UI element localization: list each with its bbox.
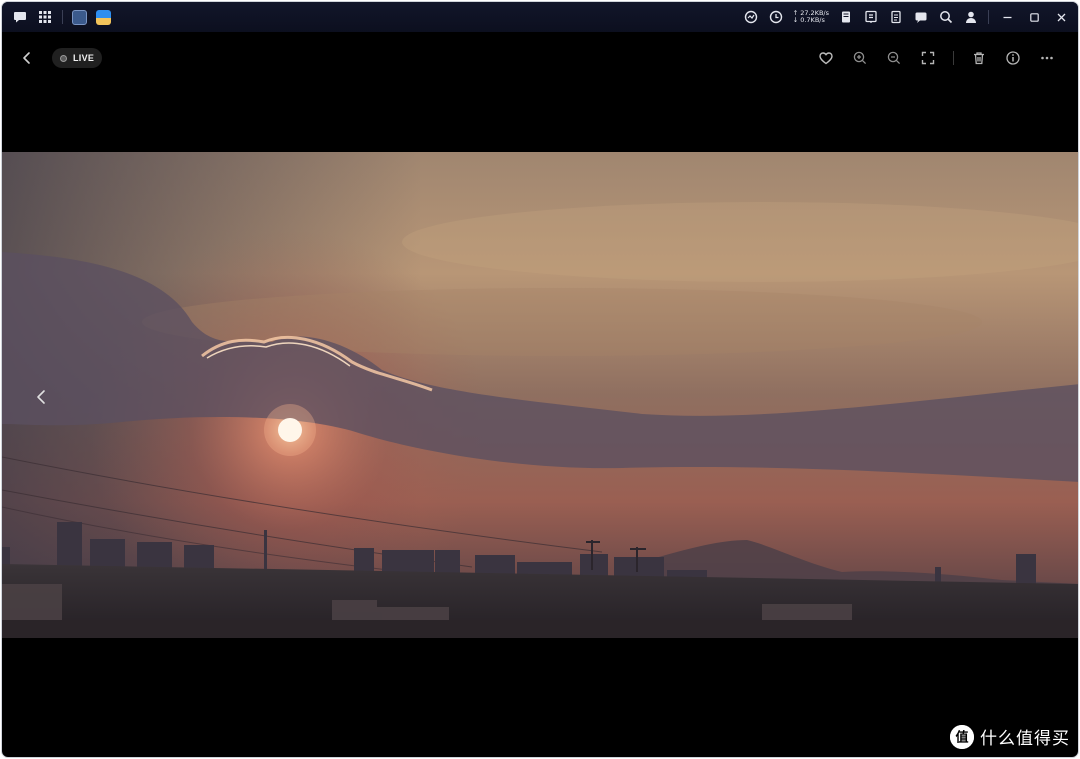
taskbar-right: ↑ 27.2KB/s ↓ 0.7KB/s xyxy=(743,8,1070,26)
watermark-logo-glyph: 值 xyxy=(955,729,968,745)
more-icon xyxy=(1041,56,1053,60)
taskbar: ↑ 27.2KB/s ↓ 0.7KB/s xyxy=(2,2,1078,32)
delete-icon xyxy=(974,52,984,65)
watermark-logo: 值 xyxy=(950,724,974,749)
photos-app-icon[interactable] xyxy=(96,9,111,25)
live-label: LIVE xyxy=(73,53,95,63)
more-button[interactable] xyxy=(1038,49,1056,67)
network-speed: ↑ 27.2KB/s ↓ 0.7KB/s xyxy=(793,10,829,24)
message-icon[interactable] xyxy=(913,9,929,25)
live-dot-icon xyxy=(60,54,67,62)
zoom-in-button[interactable] xyxy=(851,49,869,67)
previous-photo-button[interactable] xyxy=(30,384,52,410)
photo-viewer-window: ↑ 27.2KB/s ↓ 0.7KB/s LIVE 值 什么值得买 xyxy=(1,1,1079,758)
smzdm-logo-icon: 值 xyxy=(950,724,974,749)
taskbar-divider xyxy=(988,10,989,24)
minimize-icon xyxy=(1003,16,1011,18)
back-button[interactable] xyxy=(18,49,36,67)
sunset-photo xyxy=(2,152,1078,638)
taskbar-divider xyxy=(62,10,63,24)
info-icon xyxy=(1006,51,1020,65)
user-icon[interactable] xyxy=(963,9,979,25)
favorite-button[interactable] xyxy=(817,49,835,67)
download-speed: ↓ 0.7KB/s xyxy=(792,16,825,24)
fullscreen-button[interactable] xyxy=(919,49,937,67)
search-icon[interactable] xyxy=(938,9,954,25)
delete-button[interactable] xyxy=(970,49,988,67)
photo-canvas[interactable] xyxy=(2,152,1078,638)
fullscreen-icon xyxy=(921,51,935,65)
close-button[interactable] xyxy=(1052,8,1070,26)
maximize-icon xyxy=(1029,12,1039,22)
document-icon[interactable] xyxy=(888,9,904,25)
favorite-icon xyxy=(819,52,833,65)
notes-icon[interactable] xyxy=(838,9,854,25)
watermark: 值 什么值得买 xyxy=(950,724,1070,749)
chevron-left-icon xyxy=(37,390,45,404)
minimize-button[interactable] xyxy=(998,8,1016,26)
live-photo-badge[interactable]: LIVE xyxy=(52,48,103,68)
zoom-out-icon xyxy=(887,51,901,65)
app-grid-icon[interactable] xyxy=(37,9,53,25)
taskbar-left xyxy=(12,9,111,25)
resource-monitor-icon[interactable] xyxy=(743,9,759,25)
chevron-left-icon xyxy=(23,52,30,64)
info-button[interactable] xyxy=(1004,49,1022,67)
close-icon xyxy=(1057,13,1065,21)
chat-icon[interactable] xyxy=(12,9,28,25)
zoom-out-button[interactable] xyxy=(885,49,903,67)
terminal-app-icon[interactable] xyxy=(72,9,87,25)
zoom-in-icon xyxy=(853,51,867,65)
viewer-toolbar: LIVE xyxy=(2,42,1078,74)
viewer-toolbar-left: LIVE xyxy=(18,48,103,68)
notification-icon[interactable] xyxy=(863,9,879,25)
viewer-toolbar-right xyxy=(817,49,1056,67)
watermark-text: 什么值得买 xyxy=(980,729,1070,749)
maximize-button[interactable] xyxy=(1025,8,1043,26)
clock-icon[interactable] xyxy=(768,9,784,25)
toolbar-divider xyxy=(953,51,954,65)
